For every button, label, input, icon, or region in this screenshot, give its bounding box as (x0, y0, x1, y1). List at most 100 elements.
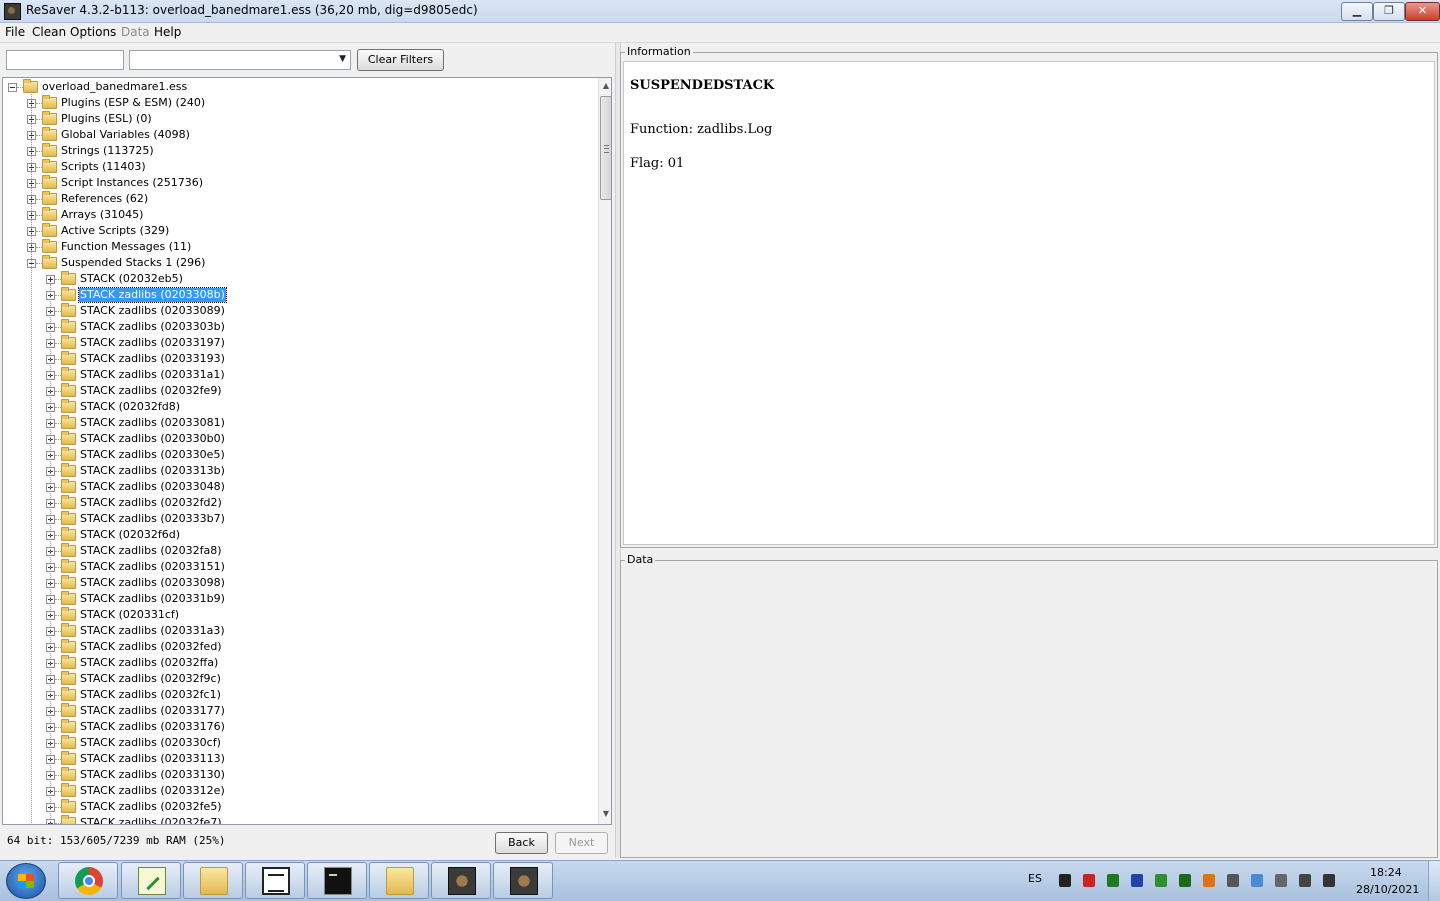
tree-category[interactable]: Arrays (31045) (3, 207, 597, 223)
tree-category[interactable]: Active Scripts (329) (3, 223, 597, 239)
clock-date[interactable]: 28/10/2021 (1356, 883, 1419, 896)
tree-stack-item[interactable]: STACK zadlibs (02033197) (3, 335, 597, 351)
tree-category[interactable]: Function Messages (11) (3, 239, 597, 255)
tree-stack-item[interactable]: STACK zadlibs (020333b7) (3, 511, 597, 527)
tree-stack-item[interactable]: STACK zadlibs (02032fe9) (3, 383, 597, 399)
clear-filters-button[interactable]: Clear Filters (357, 49, 444, 71)
taskbar-resaver-button-2[interactable] (493, 862, 553, 899)
tree-category[interactable]: Plugins (ESL) (0) (3, 111, 597, 127)
taskbar-resaver-button[interactable] (431, 862, 491, 899)
tree-category[interactable]: Strings (113725) (3, 143, 597, 159)
tree-stack-item[interactable]: STACK zadlibs (020331a1) (3, 367, 597, 383)
tree-category[interactable]: Scripts (11403) (3, 159, 597, 175)
tree-stack-item[interactable]: STACK zadlibs (02033151) (3, 559, 597, 575)
taskbar-cmd-button[interactable] (307, 862, 367, 899)
scroll-down-arrow-icon[interactable]: ▼ (601, 809, 611, 821)
tree-stack-item[interactable]: STACK zadlibs (020331a3) (3, 623, 597, 639)
tree-stack-item[interactable]: STACK zadlibs (020330cf) (3, 735, 597, 751)
back-button[interactable]: Back (495, 832, 548, 854)
filter-mod-combo[interactable]: ▼ (129, 50, 351, 70)
info-heading: SUSPENDEDSTACK (630, 78, 775, 93)
tray-icon[interactable] (1203, 874, 1215, 887)
tree-stack-item[interactable]: STACK zadlibs (02033177) (3, 703, 597, 719)
tray-icon[interactable] (1131, 874, 1143, 887)
language-indicator[interactable]: ES (1028, 872, 1042, 885)
tree-stack-item[interactable]: STACK zadlibs (0203303b) (3, 319, 597, 335)
next-button[interactable]: Next (555, 832, 608, 854)
tree-stack-item[interactable]: STACK zadlibs (02033048) (3, 479, 597, 495)
maximize-button[interactable]: ❐ (1373, 2, 1405, 21)
tree-stack-item[interactable]: STACK zadlibs (02033098) (3, 575, 597, 591)
tree-stack-item[interactable]: STACK zadlibs (02032fd2) (3, 495, 597, 511)
tree-stack-item[interactable]: STACK (02032f6d) (3, 527, 597, 543)
tree-stack-item[interactable]: STACK zadlibs (020331b9) (3, 591, 597, 607)
tray-icon[interactable] (1107, 874, 1119, 887)
tree-stack-item[interactable]: STACK zadlibs (02032fe7) (3, 815, 597, 824)
tree-category[interactable]: Suspended Stacks 1 (296) (3, 255, 597, 271)
taskbar-explorer-button-2[interactable] (369, 862, 429, 899)
tree-stack-item[interactable]: STACK zadlibs (02033113) (3, 751, 597, 767)
tree-stack-item[interactable]: STACK zadlibs (020330e5) (3, 447, 597, 463)
tree-stack-item[interactable]: STACK zadlibs (020330b0) (3, 431, 597, 447)
tree-stack-item[interactable]: STACK zadlibs (0203313b) (3, 463, 597, 479)
tree-stack-item[interactable]: STACK zadlibs (02033089) (3, 303, 597, 319)
tree-stack-item[interactable]: STACK zadlibs (02032fa8) (3, 543, 597, 559)
collapse-icon[interactable] (8, 83, 17, 92)
show-desktop-button[interactable] (1428, 861, 1440, 901)
chrome-icon (75, 867, 103, 895)
taskbar-document-button[interactable] (245, 862, 305, 899)
tree-item-label: STACK zadlibs (02032fa8) (80, 544, 222, 557)
expand-icon[interactable] (46, 275, 55, 284)
tray-icon[interactable] (1299, 874, 1311, 887)
menu-help[interactable]: Help (154, 25, 181, 39)
clock-time[interactable]: 18:24 (1370, 866, 1402, 879)
tree-stack-item[interactable]: STACK zadlibs (02033081) (3, 415, 597, 431)
tree-stack-item[interactable]: STACK (02032fd8) (3, 399, 597, 415)
menu-file[interactable]: File (5, 25, 25, 39)
tree-item-label: STACK (02032eb5) (80, 272, 183, 285)
filter-text-input[interactable] (6, 50, 124, 70)
tree-stack-item[interactable]: STACK zadlibs (0203312e) (3, 783, 597, 799)
tree-stack-item[interactable]: STACK zadlibs (02033193) (3, 351, 597, 367)
tray-icon[interactable] (1059, 874, 1071, 887)
taskbar-chrome-button[interactable] (58, 862, 118, 899)
taskbar-notepad-button[interactable] (121, 862, 181, 899)
tree-category[interactable]: Global Variables (4098) (3, 127, 597, 143)
tree-stack-item[interactable]: STACK (020331cf) (3, 607, 597, 623)
scrollbar-thumb[interactable] (600, 96, 611, 200)
tray-icon[interactable] (1275, 874, 1287, 887)
tree-stack-item[interactable]: STACK zadlibs (02032f9c) (3, 671, 597, 687)
tree-scrollbar[interactable]: ▲ ▼ (598, 78, 611, 824)
tray-icon[interactable] (1155, 874, 1167, 887)
menu-data[interactable]: Data (121, 25, 150, 39)
tray-icon[interactable] (1251, 874, 1263, 887)
start-button[interactable] (6, 863, 46, 899)
tray-icon[interactable] (1179, 874, 1191, 887)
tree-item-label: STACK zadlibs (02033048) (80, 480, 225, 493)
minimize-button[interactable]: ▁ (1341, 2, 1373, 21)
menu-clean[interactable]: Clean (32, 25, 66, 39)
tray-icon[interactable] (1227, 874, 1239, 887)
tree-stack-item[interactable]: STACK zadlibs (02032ffa) (3, 655, 597, 671)
tree-stack-item[interactable]: STACK zadlibs (02033176) (3, 719, 597, 735)
tree-category[interactable]: Plugins (ESP & ESM) (240) (3, 95, 597, 111)
save-tree[interactable]: overload_banedmare1.ess Plugins (ESP & ES… (3, 78, 597, 824)
tree-stack-item[interactable]: STACK zadlibs (02032fe5) (3, 799, 597, 815)
tree-stack-item[interactable]: STACK zadlibs (02033130) (3, 767, 597, 783)
tree-stack-item[interactable]: STACK zadlibs (02032fed) (3, 639, 597, 655)
tree-item-label: STACK (02032f6d) (80, 528, 180, 541)
window-title: ReSaver 4.3.2-b113: overload_banedmare1.… (26, 3, 478, 17)
close-button[interactable]: ✕ (1405, 2, 1440, 21)
tray-icon[interactable] (1323, 874, 1335, 887)
menu-options[interactable]: Options (70, 25, 116, 39)
scroll-up-arrow-icon[interactable]: ▲ (601, 81, 611, 93)
tree-category[interactable]: References (62) (3, 191, 597, 207)
tree-item-label: STACK zadlibs (02033098) (80, 576, 225, 589)
tree-stack-item[interactable]: STACK zadlibs (02032fc1) (3, 687, 597, 703)
tree-root[interactable]: overload_banedmare1.ess (3, 79, 597, 95)
tree-category[interactable]: Script Instances (251736) (3, 175, 597, 191)
tree-stack-item[interactable]: STACK (02032eb5) (3, 271, 597, 287)
taskbar-explorer-button[interactable] (183, 862, 243, 899)
tree-stack-item[interactable]: STACK zadlibs (0203308b) (3, 287, 597, 303)
tray-icon[interactable] (1083, 874, 1095, 887)
